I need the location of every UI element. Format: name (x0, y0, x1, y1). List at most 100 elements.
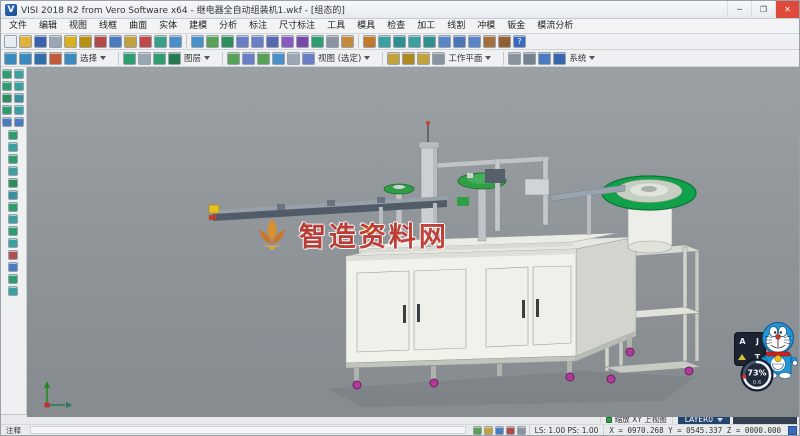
side-scale-icon[interactable] (8, 178, 18, 188)
view-letter-a[interactable]: A (739, 337, 745, 346)
dropdown-caret-icon[interactable] (204, 56, 210, 60)
box-select-icon[interactable] (34, 52, 47, 65)
view-zoom-selected-icon[interactable] (272, 52, 285, 65)
close-button[interactable]: ✕ (775, 1, 799, 18)
cut-icon[interactable] (94, 35, 107, 48)
system-calculator-icon[interactable] (553, 52, 566, 65)
line-tool-icon[interactable] (393, 35, 406, 48)
point-tool-icon[interactable] (378, 35, 391, 48)
menu-item[interactable]: 钣金 (501, 19, 531, 34)
deselect-all-icon[interactable] (49, 52, 62, 65)
view-refresh-icon[interactable] (227, 52, 240, 65)
extrude-tool-icon[interactable] (468, 35, 481, 48)
side-copy-icon[interactable] (8, 190, 18, 200)
layer-new-icon[interactable] (168, 52, 181, 65)
menu-item[interactable]: 编辑 (33, 19, 63, 34)
system-settings-icon[interactable] (508, 52, 521, 65)
side-offset-icon[interactable] (2, 117, 12, 127)
side-text-icon[interactable] (8, 214, 18, 224)
3d-viewport[interactable]: 智造资料网 A J T (27, 67, 799, 417)
minimize-button[interactable]: ─ (727, 1, 751, 18)
paste-icon[interactable] (124, 35, 137, 48)
menu-item[interactable]: 模具 (351, 19, 381, 34)
layer-on-icon[interactable] (123, 52, 136, 65)
side-extend-icon[interactable] (8, 142, 18, 152)
side-group-icon[interactable] (8, 286, 18, 296)
undo-icon[interactable] (64, 35, 77, 48)
side-mirror-icon[interactable] (14, 117, 24, 127)
menu-item[interactable]: 冲模 (471, 19, 501, 34)
ortho-mode-icon[interactable] (517, 426, 526, 435)
menu-item[interactable]: 尺寸标注 (273, 19, 321, 34)
view-iso-icon[interactable] (266, 35, 279, 48)
menu-item[interactable]: 文件 (3, 19, 33, 34)
snap-grid-icon[interactable] (473, 426, 482, 435)
side-trim-icon[interactable] (8, 130, 18, 140)
side-layers-icon[interactable] (8, 274, 18, 284)
side-dimension-icon[interactable] (8, 202, 18, 212)
side-delete-icon[interactable] (8, 250, 18, 260)
snap-settings-icon[interactable] (341, 35, 354, 48)
print-icon[interactable] (49, 35, 62, 48)
solid-tool-icon[interactable] (453, 35, 466, 48)
pan-view-icon[interactable] (206, 35, 219, 48)
menu-item[interactable]: 实体 (153, 19, 183, 34)
menu-item[interactable]: 工具 (321, 19, 351, 34)
dropdown-caret-icon[interactable] (485, 56, 491, 60)
side-measure-icon[interactable] (8, 238, 18, 248)
side-circle-icon[interactable] (14, 93, 24, 103)
side-hatch-icon[interactable] (8, 226, 18, 236)
menu-item[interactable]: 视图 (63, 19, 93, 34)
view-front-icon[interactable] (251, 35, 264, 48)
side-move-icon[interactable] (8, 154, 18, 164)
circle-tool-icon[interactable] (423, 35, 436, 48)
copy-icon[interactable] (109, 35, 122, 48)
measure-icon[interactable] (363, 35, 376, 48)
zoom-fit-icon[interactable] (191, 35, 204, 48)
menu-item[interactable]: 检查 (381, 19, 411, 34)
menu-item[interactable]: 标注 (243, 19, 273, 34)
layer-current-icon[interactable] (153, 52, 166, 65)
side-properties-icon[interactable] (8, 262, 18, 272)
dropdown-caret-icon[interactable] (100, 56, 106, 60)
delete-icon[interactable] (139, 35, 152, 48)
selection-filter-icon[interactable] (154, 35, 167, 48)
menu-item[interactable]: 曲面 (123, 19, 153, 34)
menu-item[interactable]: 建模 (183, 19, 213, 34)
menu-item[interactable]: 线框 (93, 19, 123, 34)
side-line-icon[interactable] (2, 81, 12, 91)
wireframe-mode-icon[interactable] (296, 35, 309, 48)
layer-caret-icon[interactable] (717, 418, 723, 422)
surface-tool-icon[interactable] (438, 35, 451, 48)
invert-selection-icon[interactable] (64, 52, 77, 65)
snap-endpoint-icon[interactable] (484, 426, 493, 435)
side-spline-icon[interactable] (14, 105, 24, 115)
side-point-icon[interactable] (14, 69, 24, 79)
snap-center-icon[interactable] (506, 426, 515, 435)
side-arc-icon[interactable] (2, 93, 12, 103)
workplane-custom-icon[interactable] (432, 52, 445, 65)
dropdown-caret-icon[interactable] (589, 56, 595, 60)
view-shade-icon[interactable] (242, 52, 255, 65)
help-icon[interactable]: ? (513, 35, 526, 48)
snap-midpoint-icon[interactable] (495, 426, 504, 435)
shaded-mode-icon[interactable] (281, 35, 294, 48)
menu-item[interactable]: 分析 (213, 19, 243, 34)
view-previous-icon[interactable] (287, 52, 300, 65)
save-file-icon[interactable] (34, 35, 47, 48)
open-file-icon[interactable] (19, 35, 32, 48)
zoom-window-icon[interactable] (169, 35, 182, 48)
chain-select-icon[interactable] (19, 52, 32, 65)
system-attributes-icon[interactable] (523, 52, 536, 65)
layer-manager-icon[interactable] (311, 35, 324, 48)
view-dynamic-rotate-icon[interactable] (257, 52, 270, 65)
workplane-yz-icon[interactable] (417, 52, 430, 65)
view-top-icon[interactable] (236, 35, 249, 48)
workplane-xz-icon[interactable] (402, 52, 415, 65)
system-info-icon[interactable] (538, 52, 551, 65)
command-prompt-field[interactable] (30, 426, 466, 434)
workplane-xy-icon[interactable] (387, 52, 400, 65)
redo-icon[interactable] (79, 35, 92, 48)
layer-off-icon[interactable] (138, 52, 151, 65)
side-rotate-icon[interactable] (8, 166, 18, 176)
